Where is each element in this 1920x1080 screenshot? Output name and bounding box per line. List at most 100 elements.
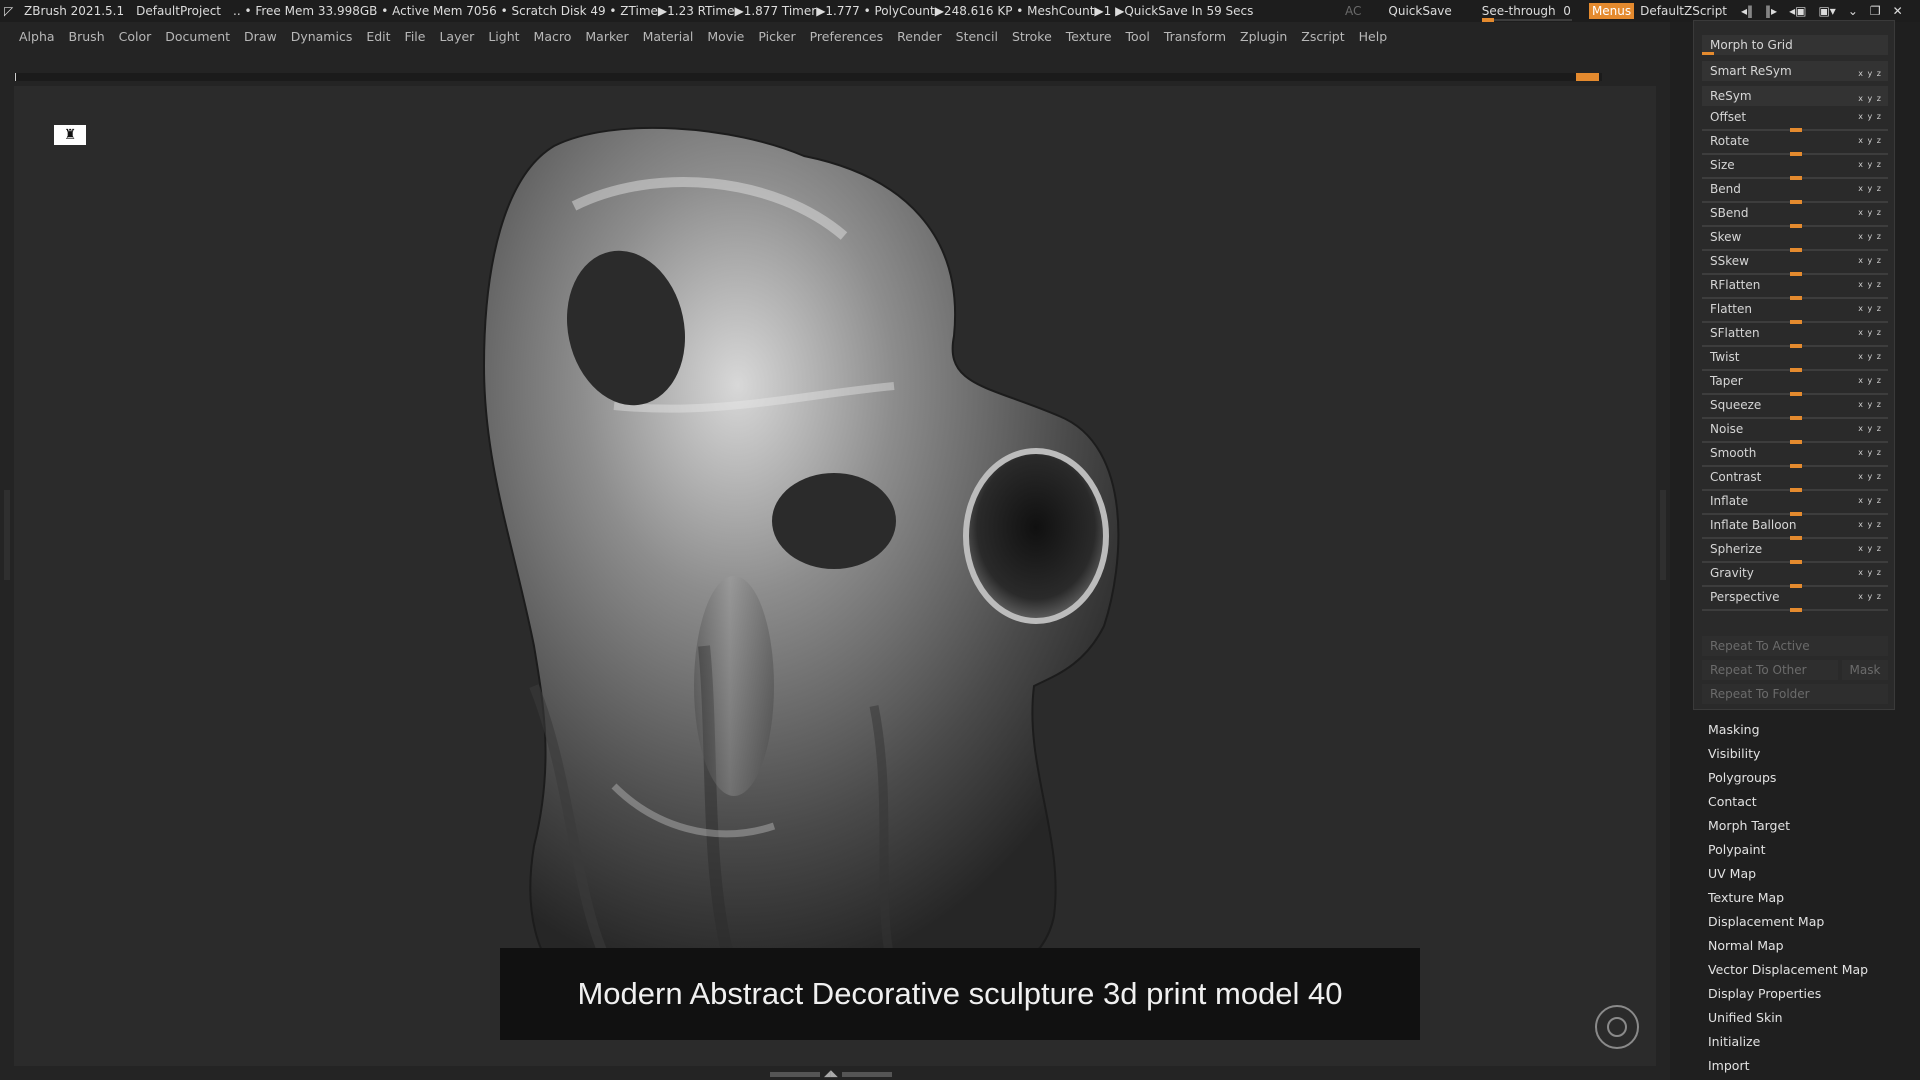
subpalette-texture-map[interactable]: Texture Map bbox=[1708, 886, 1908, 910]
slider-thumb[interactable] bbox=[1790, 464, 1802, 468]
menu-zplugin[interactable]: Zplugin bbox=[1240, 29, 1287, 44]
subpalette-initialize[interactable]: Initialize bbox=[1708, 1030, 1908, 1054]
subpalette-visibility[interactable]: Visibility bbox=[1708, 742, 1908, 766]
slider-smooth[interactable]: Smooth x y z bbox=[1702, 445, 1888, 469]
axis-toggles[interactable]: x y z bbox=[1858, 304, 1882, 313]
slider-bend[interactable]: Bend x y z bbox=[1702, 181, 1888, 205]
menu-macro[interactable]: Macro bbox=[534, 29, 572, 44]
subpalette-normal-map[interactable]: Normal Map bbox=[1708, 934, 1908, 958]
axis-toggles[interactable]: x y z bbox=[1858, 160, 1882, 169]
resym-button[interactable]: ReSym x y z bbox=[1702, 86, 1888, 106]
menu-document[interactable]: Document bbox=[165, 29, 230, 44]
subpalette-display-properties[interactable]: Display Properties bbox=[1708, 982, 1908, 1006]
slider-thumb[interactable] bbox=[1790, 560, 1802, 564]
slider-taper[interactable]: Taper x y z bbox=[1702, 373, 1888, 397]
slider-thumb[interactable] bbox=[1790, 416, 1802, 420]
slider-thumb[interactable] bbox=[1790, 152, 1802, 156]
slider-contrast[interactable]: Contrast x y z bbox=[1702, 469, 1888, 493]
slider-thumb[interactable] bbox=[1790, 296, 1802, 300]
timeline-bar[interactable] bbox=[14, 73, 1602, 81]
axis-toggles[interactable]: x y z bbox=[1858, 136, 1882, 145]
subpalette-displacement-map[interactable]: Displacement Map bbox=[1708, 910, 1908, 934]
menu-material[interactable]: Material bbox=[643, 29, 694, 44]
menu-color[interactable]: Color bbox=[119, 29, 152, 44]
axis-toggles[interactable]: x y z bbox=[1858, 352, 1882, 361]
axis-toggles[interactable]: x y z bbox=[1858, 592, 1882, 601]
subpalette-vector-displacement-map[interactable]: Vector Displacement Map bbox=[1708, 958, 1908, 982]
slider-thumb[interactable] bbox=[1790, 176, 1802, 180]
slider-thumb[interactable] bbox=[1790, 128, 1802, 132]
axis-toggles[interactable]: x y z bbox=[1858, 448, 1882, 457]
slider-thumb[interactable] bbox=[1790, 488, 1802, 492]
slider-thumb[interactable] bbox=[1790, 536, 1802, 540]
menu-texture[interactable]: Texture bbox=[1066, 29, 1112, 44]
slider-thumb[interactable] bbox=[1790, 224, 1802, 228]
axis-toggles[interactable]: x y z bbox=[1858, 520, 1882, 529]
slider-thumb[interactable] bbox=[1790, 320, 1802, 324]
slider-thumb[interactable] bbox=[1790, 512, 1802, 516]
smart-resym-button[interactable]: Smart ReSym x y z bbox=[1702, 61, 1888, 81]
quicksave-button[interactable]: QuickSave bbox=[1388, 4, 1451, 18]
axis-toggles[interactable]: x y z bbox=[1858, 544, 1882, 553]
bottom-tray-handle[interactable]: ◢◣ bbox=[770, 1070, 900, 1079]
floor-grid-icon[interactable]: ♜ bbox=[54, 125, 86, 145]
slider-thumb[interactable] bbox=[1790, 392, 1802, 396]
subpalette-polypaint[interactable]: Polypaint bbox=[1708, 838, 1908, 862]
menus-toggle[interactable]: Menus bbox=[1588, 3, 1635, 19]
slider-thumb[interactable] bbox=[1790, 440, 1802, 444]
menu-dynamics[interactable]: Dynamics bbox=[291, 29, 353, 44]
slider-thumb[interactable] bbox=[1790, 608, 1802, 612]
subpalette-unified-skin[interactable]: Unified Skin bbox=[1708, 1006, 1908, 1030]
default-zscript-button[interactable]: DefaultZScript bbox=[1640, 4, 1727, 18]
menu-stencil[interactable]: Stencil bbox=[956, 29, 998, 44]
axis-toggles[interactable]: x y z bbox=[1858, 472, 1882, 481]
slider-thumb[interactable] bbox=[1790, 584, 1802, 588]
slider-sskew[interactable]: SSkew x y z bbox=[1702, 253, 1888, 277]
menu-tool[interactable]: Tool bbox=[1126, 29, 1150, 44]
timeline-knob[interactable] bbox=[1576, 73, 1599, 81]
morph-to-grid-button[interactable]: Morph to Grid bbox=[1702, 35, 1888, 55]
axis-toggles[interactable]: x y z bbox=[1858, 328, 1882, 337]
slider-rotate[interactable]: Rotate x y z bbox=[1702, 133, 1888, 157]
menu-marker[interactable]: Marker bbox=[585, 29, 628, 44]
document-viewport[interactable]: ♜ Modern Abstract Decorative sculpture 3… bbox=[14, 86, 1656, 1066]
close-icon[interactable]: ✕ bbox=[1893, 4, 1903, 18]
menu-layer[interactable]: Layer bbox=[439, 29, 474, 44]
menu-help[interactable]: Help bbox=[1359, 29, 1388, 44]
slider-sbend[interactable]: SBend x y z bbox=[1702, 205, 1888, 229]
slider-thumb[interactable] bbox=[1790, 200, 1802, 204]
subpalette-morph-target[interactable]: Morph Target bbox=[1708, 814, 1908, 838]
restore-icon[interactable]: ❐ bbox=[1870, 4, 1881, 18]
axis-toggles[interactable]: x y z bbox=[1858, 280, 1882, 289]
menu-file[interactable]: File bbox=[405, 29, 426, 44]
slider-offset[interactable]: Offset x y z bbox=[1702, 109, 1888, 133]
slider-twist[interactable]: Twist x y z bbox=[1702, 349, 1888, 373]
axis-toggles[interactable]: x y z bbox=[1858, 568, 1882, 577]
subpalette-contact[interactable]: Contact bbox=[1708, 790, 1908, 814]
menu-zscript[interactable]: Zscript bbox=[1301, 29, 1344, 44]
slider-thumb[interactable] bbox=[1790, 272, 1802, 276]
slider-sflatten[interactable]: SFlatten x y z bbox=[1702, 325, 1888, 349]
slider-inflate[interactable]: Inflate x y z bbox=[1702, 493, 1888, 517]
subpalette-import[interactable]: Import bbox=[1708, 1054, 1908, 1078]
slider-size[interactable]: Size x y z bbox=[1702, 157, 1888, 181]
minimize-icon[interactable]: ⌄ bbox=[1848, 4, 1858, 18]
repeat-to-other-button[interactable]: Repeat To Other bbox=[1702, 660, 1838, 680]
layout-switch-icon[interactable]: ◂▣ bbox=[1789, 4, 1806, 18]
slider-thumb[interactable] bbox=[1790, 368, 1802, 372]
menu-edit[interactable]: Edit bbox=[366, 29, 390, 44]
menu-draw[interactable]: Draw bbox=[244, 29, 277, 44]
slider-rflatten[interactable]: RFlatten x y z bbox=[1702, 277, 1888, 301]
slider-spherize[interactable]: Spherize x y z bbox=[1702, 541, 1888, 565]
axis-toggles[interactable]: x y z bbox=[1858, 496, 1882, 505]
see-through-slider[interactable]: See-through 0 bbox=[1481, 4, 1572, 22]
slider-skew[interactable]: Skew x y z bbox=[1702, 229, 1888, 253]
axis-toggles[interactable]: x y z bbox=[1858, 232, 1882, 241]
slider-thumb[interactable] bbox=[1790, 344, 1802, 348]
axis-toggles[interactable]: x y z bbox=[1858, 89, 1882, 109]
axis-toggles[interactable]: x y z bbox=[1858, 400, 1882, 409]
subpalette-polygroups[interactable]: Polygroups bbox=[1708, 766, 1908, 790]
axis-toggles[interactable]: x y z bbox=[1858, 64, 1882, 84]
menu-stroke[interactable]: Stroke bbox=[1012, 29, 1052, 44]
axis-toggles[interactable]: x y z bbox=[1858, 376, 1882, 385]
